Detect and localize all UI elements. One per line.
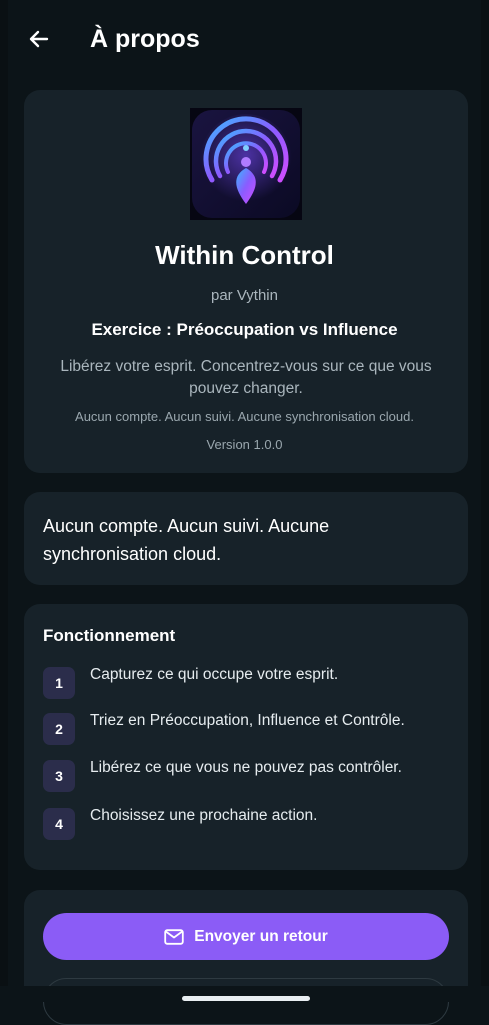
- step-item: 1 Capturez ce qui occupe votre esprit.: [43, 666, 463, 699]
- step-item: 4 Choisissez une prochaine action.: [43, 807, 463, 840]
- page-title: À propos: [90, 25, 200, 53]
- step-number-badge: 3: [43, 760, 75, 792]
- version-label: Version 1.0.0: [206, 437, 283, 452]
- right-edge: [481, 0, 489, 1002]
- step-text: Triez en Préoccupation, Influence et Con…: [90, 712, 405, 729]
- step-number-badge: 4: [43, 808, 75, 840]
- step-text: Choisissez une prochaine action.: [90, 807, 318, 824]
- app-logo-icon: [190, 108, 302, 220]
- tagline: Libérez votre esprit. Concentrez-vous su…: [60, 358, 432, 397]
- step-number-badge: 1: [43, 667, 75, 699]
- privacy-note: Aucun compte. Aucun suivi. Aucune synchr…: [75, 409, 414, 424]
- left-edge: [0, 0, 8, 1002]
- exercise-title: Exercice : Préoccupation vs Influence: [91, 320, 398, 339]
- step-item: 2 Triez en Préoccupation, Influence et C…: [43, 712, 463, 745]
- app-name: Within Control: [155, 240, 334, 270]
- mail-icon: [164, 928, 184, 945]
- home-indicator[interactable]: [182, 996, 310, 1001]
- privacy-statement: Aucun compte. Aucun suivi. Aucune synchr…: [43, 516, 330, 564]
- arrow-left-icon: [29, 30, 49, 48]
- step-number-badge: 2: [43, 713, 75, 745]
- how-it-works-title: Fonctionnement: [43, 626, 176, 645]
- step-text: Capturez ce qui occupe votre esprit.: [90, 666, 339, 683]
- send-feedback-label: Envoyer un retour: [194, 927, 328, 945]
- app-bar: À propos: [0, 0, 489, 78]
- step-item: 3 Libérez ce que vous ne pouvez pas cont…: [43, 759, 463, 792]
- back-button[interactable]: [22, 22, 56, 56]
- app-author: par Vythin: [211, 287, 278, 304]
- step-text: Libérez ce que vous ne pouvez pas contrô…: [90, 759, 402, 776]
- send-feedback-button[interactable]: Envoyer un retour: [43, 913, 449, 960]
